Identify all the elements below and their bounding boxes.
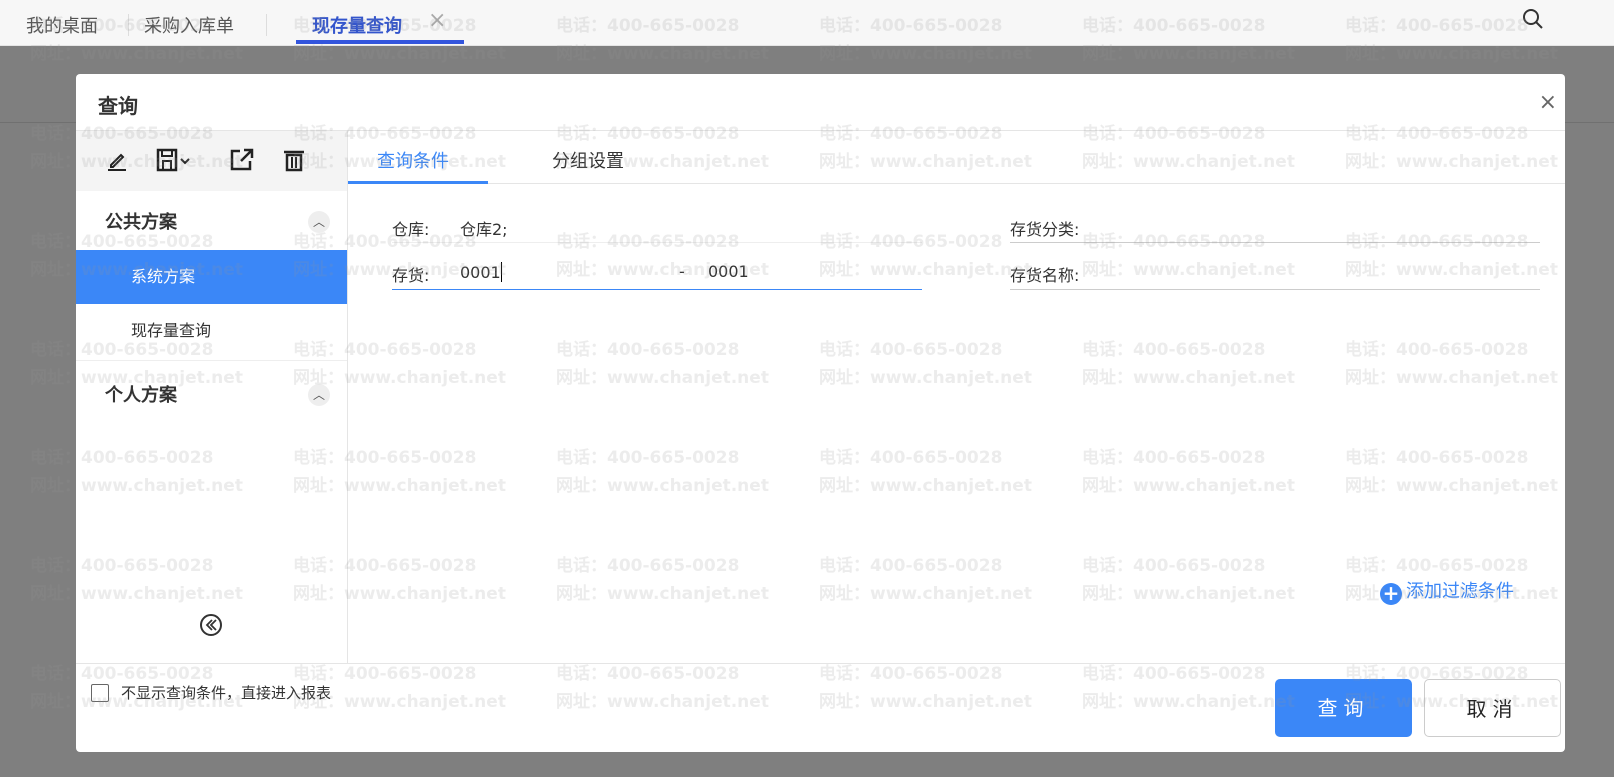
range-separator: - bbox=[679, 262, 685, 281]
divider bbox=[76, 663, 1565, 664]
inventory-category-field[interactable] bbox=[1010, 242, 1540, 243]
chevron-up-icon[interactable]: ︿ bbox=[308, 384, 330, 406]
dialog-title: 查询 bbox=[98, 94, 138, 118]
collapse-left-icon[interactable] bbox=[199, 613, 223, 637]
query-button[interactable]: 查询 bbox=[1275, 679, 1412, 737]
add-filter-button[interactable]: + 添加过滤条件 bbox=[1380, 577, 1514, 605]
group-personal-schemes: 个人方案 bbox=[105, 385, 177, 406]
add-filter-label: 添加过滤条件 bbox=[1406, 581, 1514, 602]
inventory-to-field[interactable]: 0001 bbox=[708, 262, 749, 281]
text-caret bbox=[500, 262, 502, 282]
divider bbox=[128, 14, 129, 36]
inventory-name-field[interactable] bbox=[1010, 289, 1540, 290]
export-icon[interactable] bbox=[227, 145, 257, 175]
save-icon[interactable] bbox=[154, 145, 198, 175]
query-dialog: 查询 × 公共方案 ︿ 系统方案 现存量查询 个人方案 ︿ 查询条件 分组设置 … bbox=[76, 74, 1565, 752]
active-tab-indicator bbox=[348, 181, 488, 184]
plus-circle-icon: + bbox=[1380, 583, 1402, 605]
condition-tabs: 查询条件 分组设置 bbox=[348, 131, 1565, 184]
edit-icon[interactable] bbox=[102, 145, 132, 175]
tab-desktop[interactable]: 我的桌面 bbox=[26, 12, 98, 38]
tab-query-conditions[interactable]: 查询条件 bbox=[377, 147, 449, 173]
group-public-schemes: 公共方案 bbox=[105, 212, 177, 233]
inventory-field-underline bbox=[392, 289, 922, 290]
cancel-button[interactable]: 取消 bbox=[1424, 679, 1561, 737]
divider bbox=[76, 360, 347, 361]
skip-conditions-label: 不显示查询条件，直接进入报表 bbox=[121, 684, 332, 702]
tab-purchase-receipt[interactable]: 采购入库单 bbox=[144, 12, 234, 38]
close-icon[interactable]: × bbox=[1539, 90, 1557, 115]
top-tab-bar: 我的桌面 采购入库单 现存量查询 × bbox=[0, 0, 1614, 46]
scheme-item-system[interactable]: 系统方案 bbox=[76, 250, 347, 304]
divider bbox=[392, 242, 922, 243]
scheme-panel: 公共方案 ︿ 系统方案 现存量查询 个人方案 ︿ bbox=[76, 131, 348, 663]
scheme-toolbar bbox=[76, 131, 347, 191]
delete-icon[interactable] bbox=[279, 145, 309, 175]
scheme-item-stock-query[interactable]: 现存量查询 bbox=[76, 304, 347, 358]
tab-close-icon[interactable]: × bbox=[428, 8, 446, 33]
chevron-up-icon[interactable]: ︿ bbox=[308, 211, 330, 233]
skip-conditions-checkbox[interactable] bbox=[91, 684, 109, 702]
tab-group-settings[interactable]: 分组设置 bbox=[552, 147, 624, 173]
warehouse-label: 仓库: bbox=[392, 220, 430, 239]
inventory-label: 存货: bbox=[392, 266, 430, 285]
tab-stock-query[interactable]: 现存量查询 bbox=[312, 12, 402, 38]
divider bbox=[266, 14, 267, 36]
warehouse-field[interactable]: 仓库2; bbox=[460, 216, 508, 240]
inventory-from-value: 0001 bbox=[460, 263, 501, 282]
inventory-from-field[interactable]: 0001 bbox=[460, 262, 502, 282]
inventory-category-label: 存货分类: bbox=[1010, 220, 1080, 239]
search-icon[interactable] bbox=[1522, 8, 1544, 30]
inventory-name-label: 存货名称: bbox=[1010, 266, 1080, 285]
active-tab-indicator bbox=[296, 40, 464, 44]
